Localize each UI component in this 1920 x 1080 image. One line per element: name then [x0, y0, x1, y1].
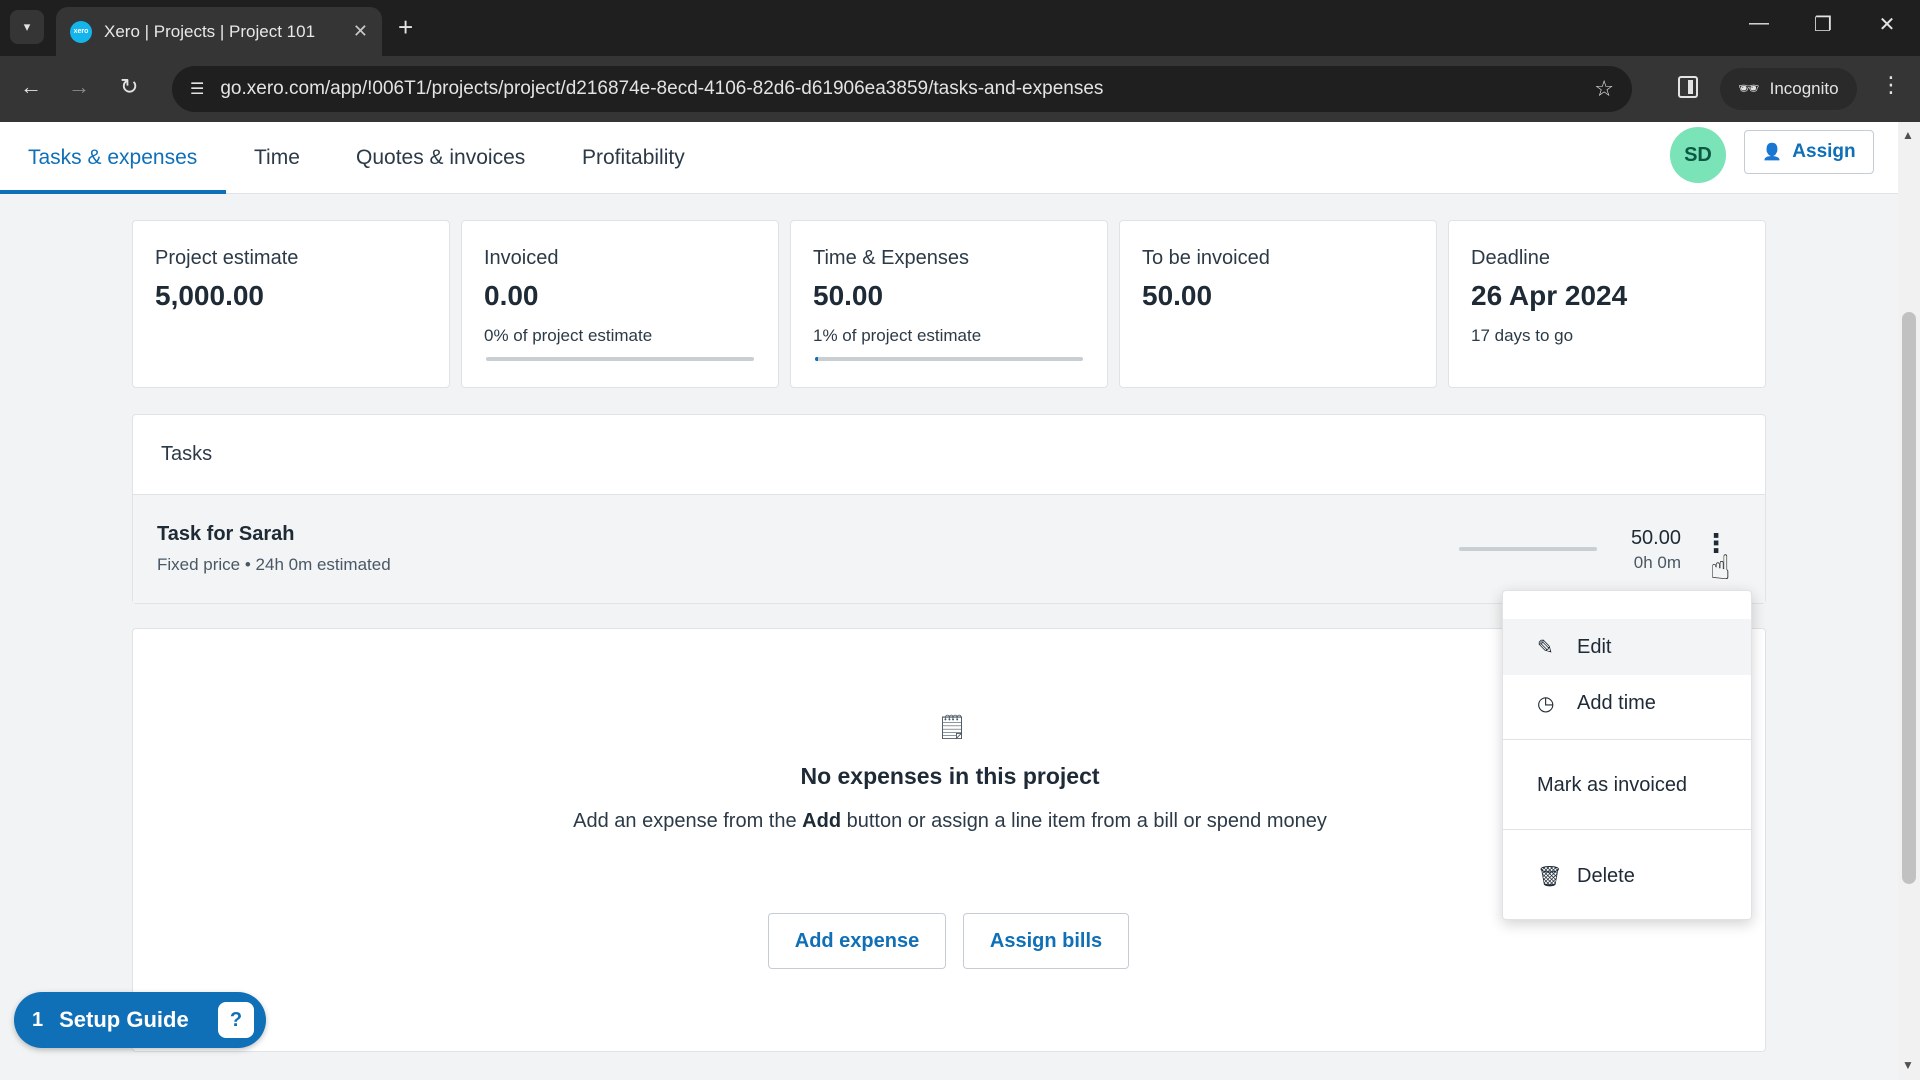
card-time-expenses: Time & Expenses 50.00 1% of project esti… [790, 220, 1108, 388]
add-expense-button[interactable]: Add expense [768, 913, 946, 969]
progress-fill [815, 357, 818, 361]
scroll-up-arrow-icon[interactable]: ▲ [1902, 128, 1914, 142]
assign-bills-button[interactable]: Assign bills [963, 913, 1129, 969]
time-expenses-progress-bar [815, 357, 1083, 361]
card-value: 26 Apr 2024 [1471, 280, 1628, 311]
card-subtext: 17 days to go [1471, 326, 1574, 345]
setup-guide-label: Setup Guide [59, 1007, 189, 1032]
menu-item-delete[interactable]: 🗑 Delete [1503, 848, 1751, 904]
site-settings-icon[interactable]: ☰ [190, 79, 204, 99]
scroll-down-arrow-icon[interactable]: ▼ [1902, 1058, 1914, 1072]
browser-menu-icon[interactable]: ⋮ [1880, 72, 1902, 98]
invoiced-progress-bar [486, 357, 754, 361]
minimize-icon[interactable]: — [1744, 12, 1774, 35]
desc-bold-add: Add [802, 810, 842, 832]
menu-item-mark-invoiced[interactable]: Mark as invoiced [1503, 757, 1751, 813]
task-meta: Fixed price • 24h 0m estimated [157, 555, 391, 574]
task-hours: 0h 0m [1633, 553, 1681, 572]
trash-icon: 🗑 [1537, 865, 1563, 888]
hand-cursor-icon: ☝ [1710, 549, 1731, 587]
tab-quotes-invoices[interactable]: Quotes & invoices [356, 122, 525, 194]
menu-divider [1503, 739, 1751, 740]
person-icon: 👤 [1762, 144, 1783, 161]
back-arrow-icon[interactable]: ← [20, 74, 42, 100]
task-amount: 50.00 [1630, 527, 1681, 549]
assign-label: Assign [1792, 141, 1856, 162]
card-label: Project estimate [155, 247, 299, 269]
browser-tab-bar: ▾ xero Xero | Projects | Project 101 ✕ +… [0, 0, 1920, 56]
help-icon[interactable]: ? [218, 1002, 254, 1038]
table-row[interactable]: Task for Sarah Fixed price • 24h 0m esti… [133, 495, 1765, 603]
xero-favicon-icon: xero [70, 20, 92, 43]
incognito-indicator[interactable]: 🕶 Incognito [1720, 68, 1857, 110]
card-invoiced: Invoiced 0.00 0% of project estimate [461, 220, 779, 388]
menu-divider [1503, 829, 1751, 830]
menu-item-add-time[interactable]: ◷ Add time [1503, 675, 1751, 731]
card-label: Time & Expenses [813, 247, 969, 269]
tasks-header: Tasks [133, 415, 1765, 495]
tab-profitability[interactable]: Profitability [582, 122, 685, 194]
setup-guide-count: 1 [32, 1008, 44, 1031]
desc-text: button or assign a line item from a bill… [841, 810, 1327, 832]
browser-tab[interactable]: xero Xero | Projects | Project 101 ✕ [56, 7, 382, 56]
new-tab-plus-icon[interactable]: + [398, 12, 413, 43]
card-label: To be invoiced [1142, 247, 1270, 269]
card-value: 5,000.00 [155, 280, 264, 311]
menu-item-label: Add time [1577, 691, 1656, 714]
tab-title: Xero | Projects | Project 101 [104, 21, 316, 41]
card-to-be-invoiced: To be invoiced 50.00 [1119, 220, 1437, 388]
setup-guide-button[interactable]: 1 Setup Guide ? [14, 992, 266, 1048]
menu-item-edit[interactable]: ✎ Edit [1503, 619, 1751, 675]
menu-item-label: Mark as invoiced [1537, 773, 1688, 796]
tasks-panel: Tasks Task for Sarah Fixed price • 24h 0… [132, 414, 1766, 604]
url-text[interactable]: go.xero.com/app/!006T1/projects/project/… [220, 78, 1594, 100]
pencil-icon: ✎ [1537, 636, 1554, 659]
reload-icon[interactable]: ↻ [120, 74, 138, 100]
card-value: 50.00 [813, 280, 884, 311]
scrollbar-thumb[interactable] [1902, 312, 1916, 884]
card-value: 50.00 [1142, 280, 1213, 311]
card-label: Invoiced [484, 247, 559, 269]
forward-arrow-icon[interactable]: → [68, 74, 90, 100]
bookmark-star-icon[interactable]: ☆ [1594, 76, 1614, 102]
card-project-estimate: Project estimate 5,000.00 [132, 220, 450, 388]
avatar[interactable]: SD [1670, 127, 1726, 183]
clock-icon: ◷ [1537, 692, 1555, 715]
window-close-icon[interactable]: ✕ [1872, 12, 1902, 37]
side-panel-icon[interactable] [1678, 76, 1698, 98]
active-tab-indicator [0, 190, 226, 194]
empty-state-description: Add an expense from the Add button or as… [571, 804, 1329, 838]
card-subtext: 1% of project estimate [813, 326, 982, 345]
menu-item-label: Edit [1577, 635, 1612, 658]
task-progress-bar [1459, 547, 1597, 551]
receipt-icon: 🗒 [937, 714, 968, 741]
card-value: 0.00 [484, 280, 539, 311]
card-label: Deadline [1471, 247, 1550, 269]
tab-close-icon[interactable]: ✕ [353, 21, 368, 42]
incognito-icon: 🕶 [1738, 79, 1760, 98]
card-subtext: 0% of project estimate [484, 326, 653, 345]
restore-icon[interactable]: ❐ [1808, 12, 1838, 37]
desc-text: Add an expense from the [573, 810, 803, 832]
card-deadline: Deadline 26 Apr 2024 17 days to go [1448, 220, 1766, 388]
menu-item-label: Delete [1577, 864, 1635, 887]
address-bar[interactable]: ☰ go.xero.com/app/!006T1/projects/projec… [172, 66, 1632, 112]
tab-tasks-expenses[interactable]: Tasks & expenses [28, 122, 197, 194]
tab-search-chevron-icon[interactable]: ▾ [10, 10, 44, 44]
task-options-menu: ✎ Edit ◷ Add time Mark as invoiced 🗑 Del… [1502, 590, 1752, 920]
project-nav: Tasks & expenses Time Quotes & invoices … [0, 122, 1898, 194]
browser-toolbar: ← → ↻ ☰ go.xero.com/app/!006T1/projects/… [0, 56, 1920, 122]
assign-button[interactable]: 👤 Assign [1744, 130, 1874, 174]
tab-time[interactable]: Time [254, 122, 300, 194]
task-name[interactable]: Task for Sarah [157, 523, 294, 546]
incognito-label: Incognito [1769, 79, 1839, 98]
